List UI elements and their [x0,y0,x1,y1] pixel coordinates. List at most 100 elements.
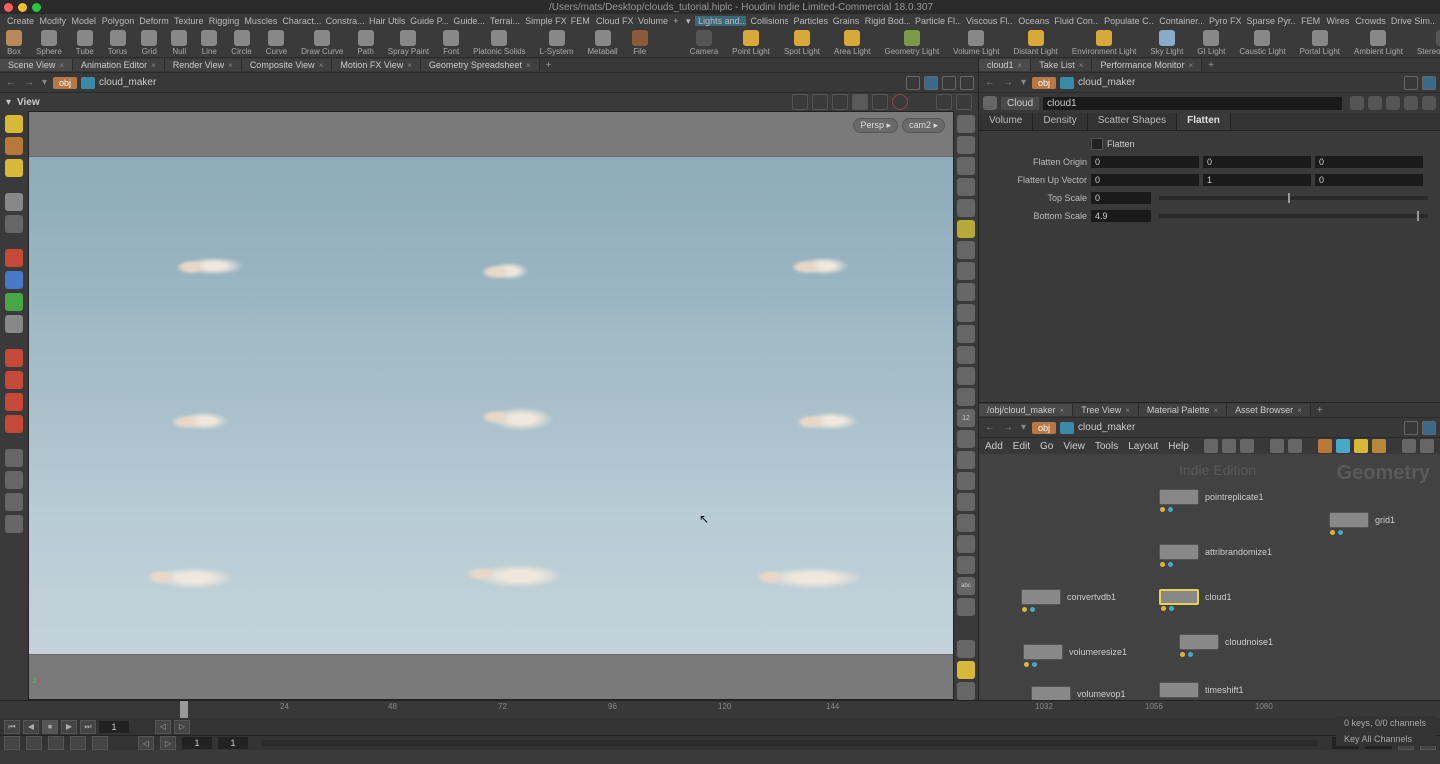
lod-icon[interactable]: 12 [957,409,975,427]
shelf-sphere[interactable]: Sphere [36,30,62,56]
node-grid1[interactable]: grid1 [1329,512,1395,528]
shelf-path[interactable]: Path [357,30,373,56]
shelf-tab[interactable]: Modify [36,16,66,26]
view-tool-icon[interactable] [5,449,23,467]
list-icon[interactable] [1222,439,1236,453]
step-back-icon[interactable]: ◁ [138,736,154,750]
origin-y[interactable]: 0 [1203,156,1311,168]
node-convertvdb1[interactable]: convertvdb1 [1021,589,1116,605]
shelf-tab[interactable]: Particle Fl... [912,16,961,26]
nav-dropdown-icon[interactable]: ▾ [40,77,49,88]
node-attribrandomize1[interactable]: attribrandomize1 [1159,544,1272,560]
camera-button[interactable]: cam2 ▸ [902,118,945,133]
shelf-volume-light[interactable]: Volume Light [953,30,999,56]
pin-icon[interactable] [1404,76,1418,90]
link-icon[interactable] [1422,76,1436,90]
shelf-tab[interactable]: Populate C... [1101,16,1154,26]
shelf-tab[interactable]: Grains [830,16,860,26]
shelf-tab[interactable]: Viscous Fl... [963,16,1013,26]
play-button[interactable]: ▶ [61,720,77,734]
add-tab-button[interactable]: + [1311,405,1329,416]
tab-tree-view[interactable]: Tree View × [1073,404,1139,416]
path-node[interactable]: cloud_maker [1078,422,1135,433]
disp-x-icon[interactable] [957,598,975,616]
record-icon[interactable] [892,94,908,110]
disp-settings-icon[interactable] [957,682,975,700]
net-color-icon[interactable] [1336,439,1350,453]
shelf-tab[interactable]: Collisions [748,16,789,26]
cam-mask-icon[interactable] [957,556,975,574]
shelf-tab[interactable]: Rigging [206,16,240,26]
shelf-tab[interactable]: Sparse Pyr... [1243,16,1296,26]
add-tab-button[interactable]: + [540,60,558,71]
tab-performance-monitor[interactable]: Performance Monitor × [1092,59,1202,71]
shelf-gi-light[interactable]: GI Light [1197,30,1225,56]
nav-back-icon[interactable]: ← [983,422,997,433]
bg-icon[interactable] [957,514,975,532]
shelf-ambient-light[interactable]: Ambient Light [1354,30,1403,56]
render-tool-icon[interactable] [872,94,888,110]
nav-fwd-icon[interactable]: → [1001,422,1015,433]
tree-icon[interactable] [1240,439,1254,453]
shelf-tab[interactable]: Container... [1156,16,1204,26]
link-icon[interactable] [924,76,938,90]
list-view-icon[interactable] [1288,439,1302,453]
param-tab-density[interactable]: Density [1033,113,1087,130]
flipbook-icon[interactable] [5,515,23,533]
step-fwd-icon[interactable]: ▷ [160,736,176,750]
path-obj[interactable]: obj [1032,422,1056,434]
rotate-tool-icon[interactable] [832,94,848,110]
shelf-platonic-solids[interactable]: Platonic Solids [473,30,525,56]
net-settings-icon[interactable] [1420,439,1434,453]
shelf-tab[interactable]: Create [4,16,34,26]
net-layout[interactable]: Layout [1128,441,1158,452]
hq-icon[interactable] [957,367,975,385]
node-pointreplicate1[interactable]: pointreplicate1 [1159,489,1264,505]
wireframe-icon[interactable] [957,199,975,217]
tab-geometry-spreadsheet[interactable]: Geometry Spreadsheet × [421,59,540,71]
shelf-tab[interactable]: Particles [790,16,827,26]
info-icon[interactable] [1404,96,1418,110]
node-volumeresize1[interactable]: volumeresize1 [1023,644,1127,660]
playhead[interactable] [180,701,188,718]
shelf-geometry-light[interactable]: Geometry Light [884,30,939,56]
shelf-null[interactable]: Null [171,30,187,56]
tab-scene-view[interactable]: Scene View × [0,59,73,71]
shelf-tab[interactable]: Rigid Bod... [862,16,910,26]
snap-grid-icon[interactable] [5,349,23,367]
origin-x[interactable]: 0 [1091,156,1199,168]
gear-icon[interactable] [1350,96,1364,110]
flatten-checkbox[interactable] [1091,138,1103,150]
find-icon[interactable] [1368,96,1382,110]
tab-asset-browser[interactable]: Asset Browser × [1227,404,1311,416]
select-prim-icon[interactable] [5,137,23,155]
headlight-icon[interactable] [957,220,975,238]
shelf-spray-paint[interactable]: Spray Paint [388,30,429,56]
shelf-box[interactable]: Box [6,30,22,56]
ghost-icon[interactable] [957,178,975,196]
inspect-icon[interactable] [5,493,23,511]
node-info-icon[interactable] [983,96,997,110]
shelf-curve[interactable]: Curve [266,30,287,56]
node-timeshift1[interactable]: timeshift1 [1159,682,1244,698]
material-icon[interactable] [957,262,975,280]
shelf-stereo-camera[interactable]: Stereo Camera [1417,30,1440,56]
shelf-distant-light[interactable]: Distant Light [1013,30,1057,56]
first-frame-button[interactable]: ⏮ [4,720,20,734]
param-tab-scatter shapes[interactable]: Scatter Shapes [1088,113,1177,130]
shelf-tab[interactable]: + [670,16,681,26]
arrow-icon[interactable] [5,193,23,211]
normals-icon[interactable] [957,388,975,406]
brush-icon[interactable] [957,346,975,364]
shelf-tab[interactable]: Deform [136,16,169,26]
tab-motion-fx-view[interactable]: Motion FX View × [332,59,421,71]
shelf-metaball[interactable]: Metaball [587,30,617,56]
shelf-tab[interactable]: Guide... [450,16,485,26]
shelf-tab[interactable]: Texture [171,16,204,26]
shelf-tab[interactable]: FEM [1298,16,1321,26]
nav-dropdown-icon[interactable]: ▾ [1019,77,1028,88]
render-region-icon[interactable] [5,471,23,489]
help-icon[interactable] [957,640,975,658]
node-volumevop1[interactable]: volumevop1 [1031,686,1126,700]
range-icon[interactable] [92,736,108,750]
